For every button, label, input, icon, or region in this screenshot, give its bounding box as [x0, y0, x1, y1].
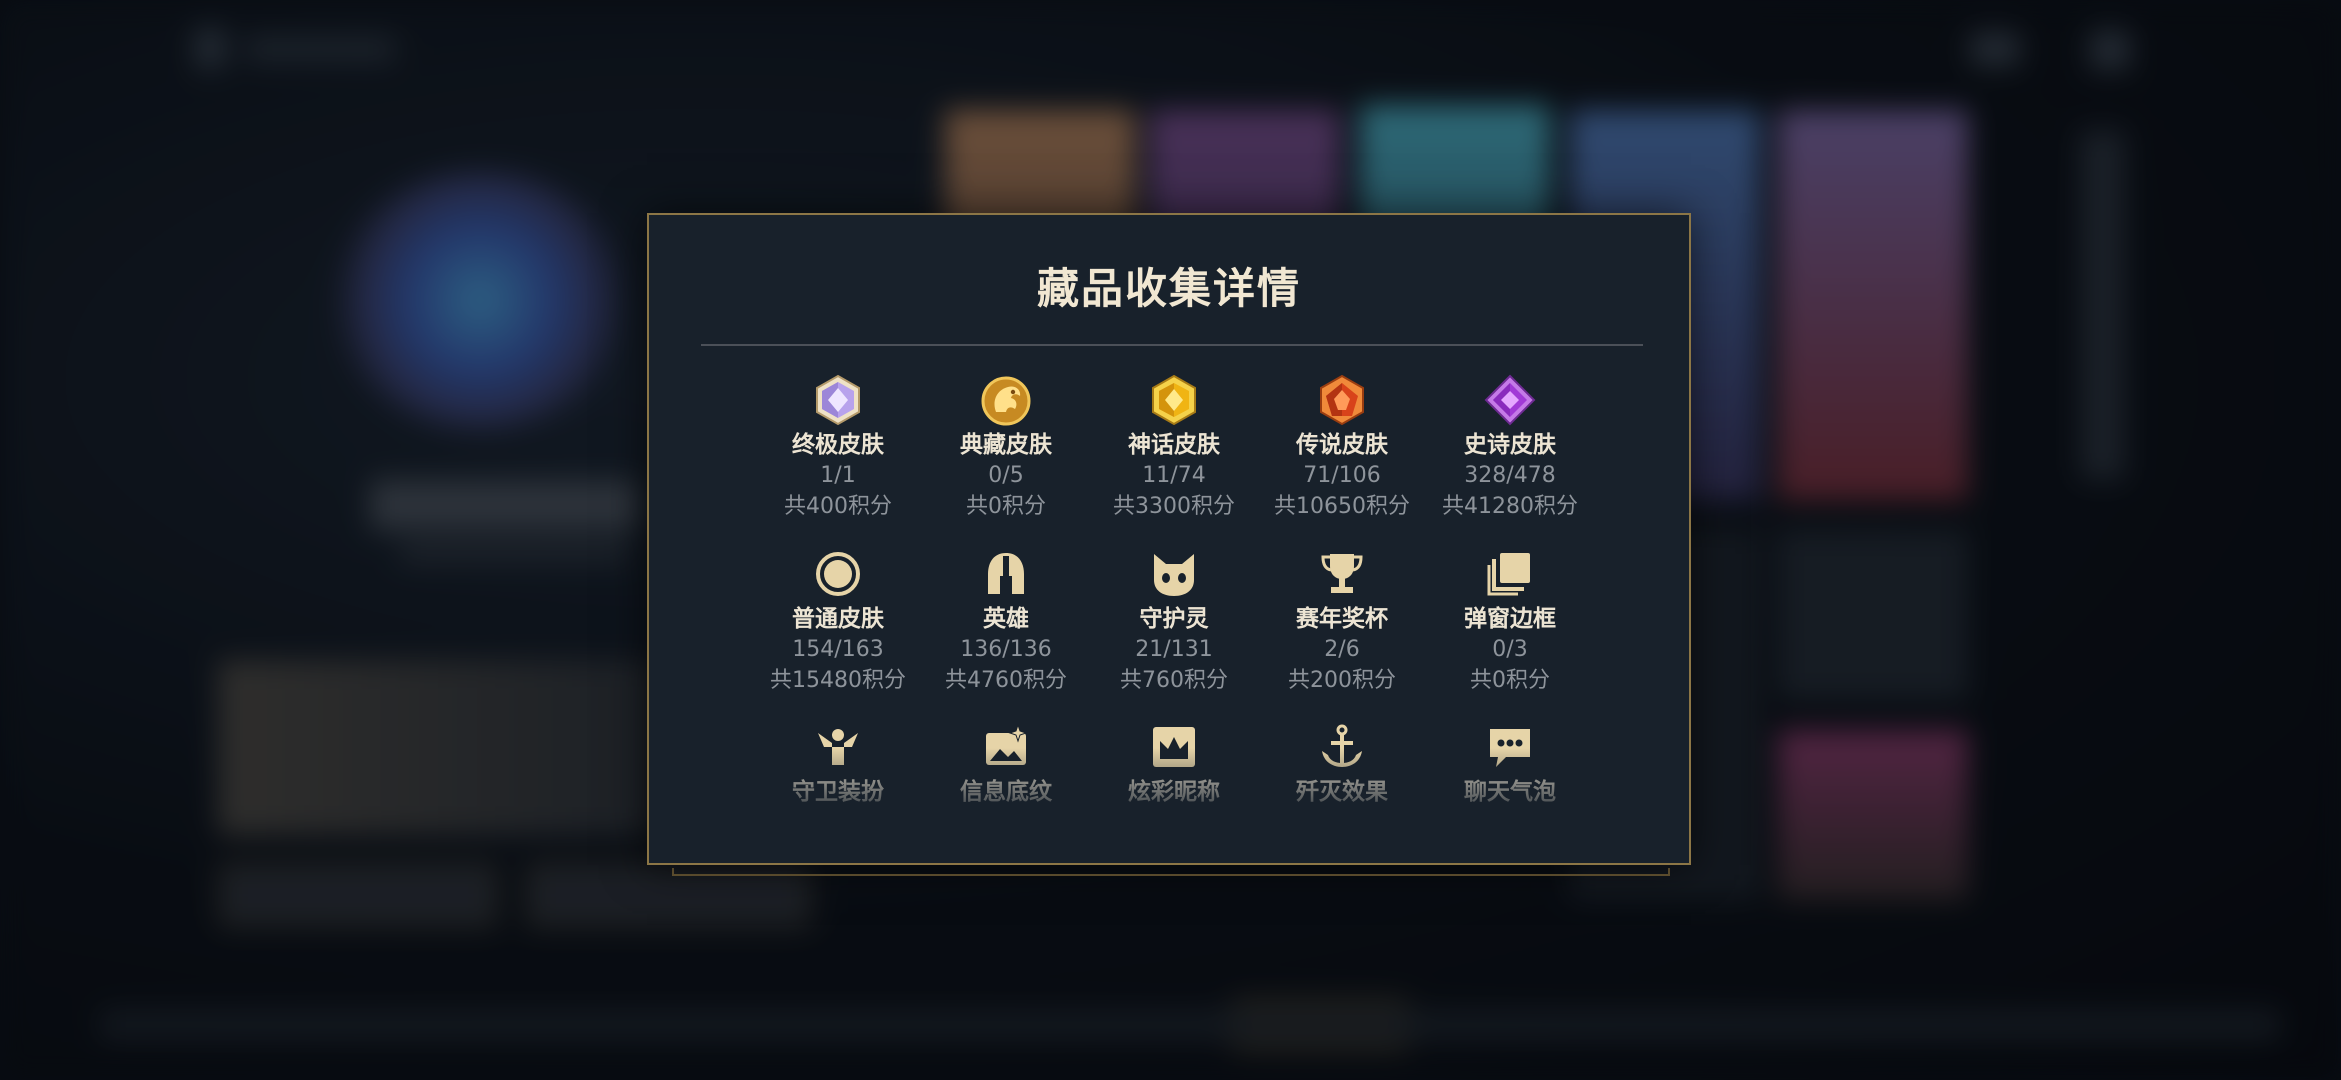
collection-item-legendary-skin[interactable]: 传说皮肤 71/106 共10650积分 [1257, 374, 1427, 522]
collection-item-chat-bubble[interactable]: 聊天气泡 [1425, 721, 1595, 807]
item-name: 神话皮肤 [1128, 432, 1220, 458]
item-score: 共400积分 [784, 494, 892, 519]
annihilation-effect-icon [1322, 724, 1362, 767]
item-count: 154/163 [792, 637, 884, 662]
collection-item-guardian-spirit[interactable]: 守护灵 21/131 共760积分 [1089, 548, 1259, 696]
guardian-spirit-icon [1154, 554, 1194, 596]
item-score: 共15480积分 [770, 668, 906, 693]
collection-item-season-trophy[interactable]: 赛年奖杯 2/6 共200积分 [1257, 548, 1427, 696]
item-score: 共760积分 [1120, 668, 1228, 693]
item-score: 共0积分 [966, 494, 1046, 519]
collection-item-annihilation-effect[interactable]: 歼灭效果 [1257, 721, 1427, 807]
collection-item-hero[interactable]: 英雄 136/136 共4760积分 [921, 548, 1091, 696]
item-count: 2/6 [1324, 637, 1360, 662]
collection-item-normal-skin[interactable]: 普通皮肤 154/163 共15480积分 [753, 548, 923, 696]
collection-item-treasure-skin[interactable]: 典藏皮肤 0/5 共0积分 [921, 374, 1091, 522]
item-name: 传说皮肤 [1296, 432, 1388, 458]
item-name: 守护灵 [1139, 606, 1209, 632]
item-count: 0/5 [988, 463, 1024, 488]
item-score: 共41280积分 [1442, 494, 1578, 519]
item-count: 328/478 [1464, 463, 1556, 488]
item-score: 共0积分 [1470, 668, 1550, 693]
guard-outfit-icon [818, 729, 858, 765]
item-name: 英雄 [983, 606, 1029, 632]
info-background-icon [986, 723, 1028, 765]
item-count: 1/1 [820, 463, 856, 488]
item-name: 弹窗边框 [1464, 606, 1556, 632]
collection-item-info-background[interactable]: 信息底纹 [921, 721, 1091, 807]
epic-skin-gem-icon [1484, 374, 1536, 426]
chat-bubble-icon [1490, 729, 1530, 767]
item-score: 共3300积分 [1113, 494, 1235, 519]
item-count: 11/74 [1142, 463, 1206, 488]
item-score: 共10650积分 [1274, 494, 1410, 519]
item-name: 炫彩昵称 [1128, 779, 1220, 805]
collection-item-guard-outfit[interactable]: 守卫装扮 [753, 721, 923, 807]
modal-frame-decoration [672, 868, 1670, 876]
item-name: 普通皮肤 [792, 606, 884, 632]
item-name: 史诗皮肤 [1464, 432, 1556, 458]
item-count: 71/106 [1303, 463, 1381, 488]
popup-frame-icon [1487, 553, 1530, 596]
mythic-skin-gem-icon [1152, 374, 1196, 426]
item-count: 21/131 [1135, 637, 1213, 662]
collection-item-popup-frame[interactable]: 弹窗边框 0/3 共0积分 [1425, 548, 1595, 696]
item-name: 信息底纹 [960, 779, 1052, 805]
item-score: 共4760积分 [945, 668, 1067, 693]
item-count: 136/136 [960, 637, 1052, 662]
ultimate-skin-gem-icon [816, 374, 860, 426]
item-name: 歼灭效果 [1296, 779, 1388, 805]
colorful-nickname-icon [1153, 727, 1195, 767]
treasure-skin-dragon-icon [981, 376, 1031, 426]
season-trophy-icon [1321, 554, 1363, 593]
collection-item-epic-skin[interactable]: 史诗皮肤 328/478 共41280积分 [1425, 374, 1595, 522]
item-score: 共200积分 [1288, 668, 1396, 693]
collection-item-ultimate-skin[interactable]: 终极皮肤 1/1 共400积分 [753, 374, 923, 522]
item-name: 典藏皮肤 [960, 432, 1052, 458]
item-name: 守卫装扮 [792, 779, 884, 805]
normal-skin-circle-icon [816, 552, 860, 596]
collection-item-colorful-nickname[interactable]: 炫彩昵称 [1089, 721, 1259, 807]
collection-details-modal: 藏品收集详情 终极皮肤 1/1 共400积分 典藏皮肤 0/5 共0积分 神话皮… [647, 213, 1691, 865]
item-name: 终极皮肤 [792, 432, 884, 458]
collection-item-mythic-skin[interactable]: 神话皮肤 11/74 共3300积分 [1089, 374, 1259, 522]
item-name: 赛年奖杯 [1296, 606, 1388, 632]
item-name: 聊天气泡 [1464, 779, 1556, 805]
hero-helmet-icon [988, 553, 1024, 594]
collection-grid: 终极皮肤 1/1 共400积分 典藏皮肤 0/5 共0积分 神话皮肤 11/74 [649, 215, 1689, 863]
item-count: 0/3 [1492, 637, 1528, 662]
legendary-skin-gem-icon [1320, 374, 1364, 426]
